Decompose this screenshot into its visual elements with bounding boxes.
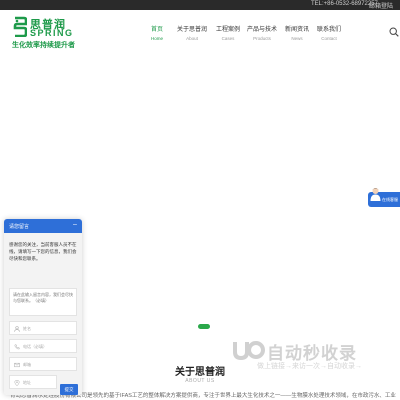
- chat-header: 请您留言 –: [4, 219, 82, 233]
- phone-icon: [14, 344, 20, 350]
- nav-item-products[interactable]: 产品与技术 Products: [247, 24, 277, 41]
- phone-placeholder: 电话（必填）: [23, 344, 47, 349]
- main-nav: 首页 Home 关于思普润 About 工程案例 Cases 产品与技术 Pro…: [0, 24, 400, 46]
- address-placeholder: 地址: [23, 380, 31, 385]
- search-icon[interactable]: [389, 27, 399, 37]
- nav-label-cn: 新闻资讯: [284, 27, 309, 33]
- chat-offline-message: 感谢您的关注，当前客服人员不在线，请填写一下您的信息，我们会尽快和您联系。: [9, 242, 77, 261]
- service-agent-icon: [370, 188, 381, 201]
- nav-label-cn: 产品与技术: [247, 27, 278, 33]
- mail-login-link[interactable]: 邮箱登陆: [369, 1, 393, 10]
- nav-label-cn: 工程案例: [215, 27, 240, 33]
- name-field[interactable]: 姓名: [9, 321, 77, 335]
- email-field[interactable]: 邮箱: [9, 357, 77, 371]
- email-placeholder: 邮箱: [23, 362, 31, 367]
- online-service-label: 在线客服: [382, 197, 398, 202]
- leave-message-widget: 请您留言 – 感谢您的关注，当前客服人员不在线，请填写一下您的信息，我们会尽快和…: [4, 219, 82, 395]
- location-icon: [14, 380, 20, 386]
- message-textarea[interactable]: [9, 288, 77, 316]
- nav-label-en: Contact: [321, 36, 337, 41]
- nav-label-en: News: [291, 36, 303, 41]
- name-placeholder: 姓名: [23, 326, 31, 331]
- online-service-button[interactable]: 在线客服: [368, 188, 400, 207]
- watermark-logo-icon: [233, 341, 265, 361]
- minimize-icon[interactable]: –: [73, 221, 77, 229]
- nav-label-en: Cases: [221, 36, 235, 41]
- chat-title: 请您留言: [9, 224, 30, 230]
- nav-item-cases[interactable]: 工程案例 Cases: [215, 24, 241, 41]
- nav-label-en: Home: [150, 36, 163, 41]
- phone-field[interactable]: 电话（必填）: [9, 339, 77, 353]
- nav-label-cn: 首页: [150, 27, 163, 33]
- nav-label-cn: 关于思普润: [177, 27, 208, 33]
- nav-label-cn: 联系我们: [316, 27, 341, 33]
- nav-label-en: About: [186, 36, 198, 41]
- email-icon: [14, 362, 20, 368]
- nav-item-home[interactable]: 首页 Home: [146, 24, 168, 41]
- nav-item-about[interactable]: 关于思普润 About: [177, 24, 207, 41]
- address-field[interactable]: 地址: [9, 375, 57, 389]
- nav-item-news[interactable]: 新闻资讯 News: [284, 24, 310, 41]
- phone-number: TEL:+86-0532-68972257: [311, 1, 378, 7]
- nav-item-contact[interactable]: 联系我们 Contact: [316, 24, 342, 41]
- user-icon: [14, 326, 20, 332]
- nav-label-en: Products: [253, 36, 271, 41]
- chat-body: 感谢您的关注，当前客服人员不在线，请填写一下您的信息，我们会尽快和您联系。 姓名…: [4, 233, 82, 395]
- slider-indicator-active[interactable]: [198, 324, 210, 329]
- submit-button[interactable]: 提交: [60, 384, 78, 395]
- top-bar: TEL:+86-0532-68972257 邮箱登陆: [0, 0, 400, 10]
